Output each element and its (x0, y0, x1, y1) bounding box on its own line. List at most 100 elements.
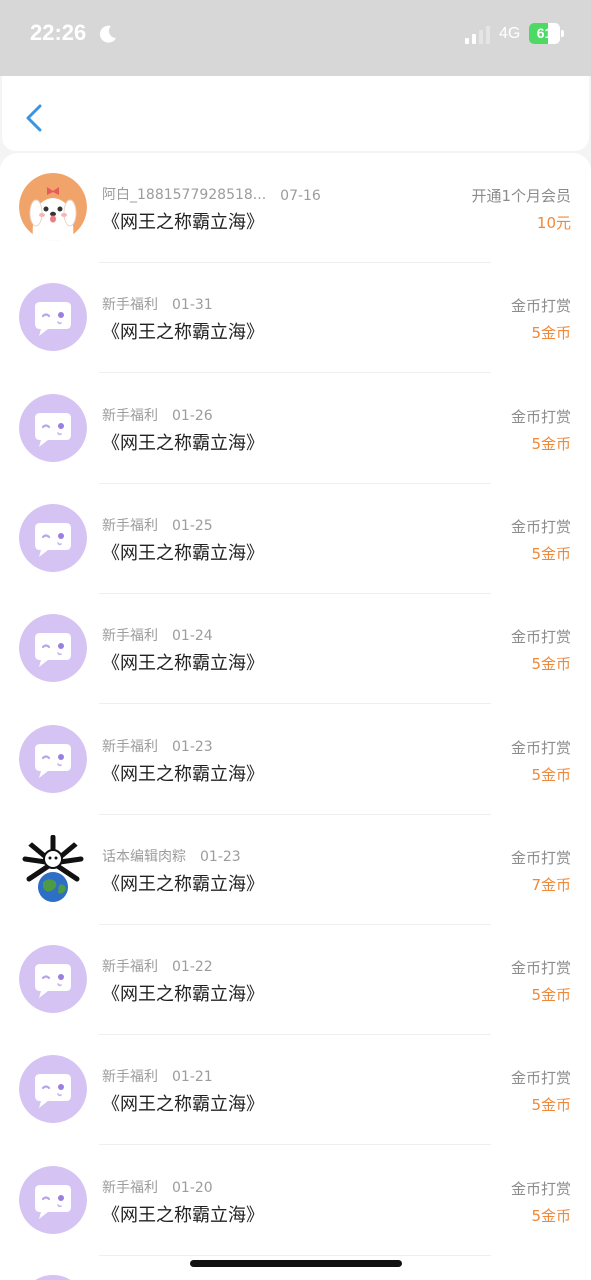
row-meta: 新手福利 01-23 (102, 736, 213, 756)
action-label: 金币打赏 (510, 848, 571, 867)
chat-bubble-icon (19, 283, 87, 352)
avatar[interactable] (19, 393, 87, 462)
row-date: 01-21 (172, 1069, 213, 1086)
sender-name: 话本编辑肉粽 (102, 848, 186, 865)
chat-bubble-icon (19, 503, 87, 572)
row-meta: 新手福利 01-24 (102, 625, 213, 645)
amount-label: 5金币 (531, 986, 571, 1005)
avatar[interactable] (19, 724, 87, 793)
action-label: 金币打赏 (510, 1179, 571, 1198)
chat-bubble-icon (19, 393, 87, 462)
book-title: 《网王之称霸立海》 (102, 212, 264, 233)
avatar[interactable] (19, 834, 87, 903)
avatar[interactable] (19, 1055, 87, 1124)
amount-label: 5金币 (531, 544, 571, 563)
chat-bubble-icon (19, 1055, 87, 1124)
sender-name: 新手福利 (102, 517, 158, 534)
row-meta: 新手福利 01-26 (102, 405, 213, 425)
list-item[interactable]: 新手福利 01-31 《网王之称霸立海》 金币打赏 5金币 (0, 263, 591, 374)
sender-name: 阿白_1881577928518... (102, 187, 267, 203)
list-item[interactable]: 新手福利 01-23 《网王之称霸立海》 金币打赏 5金币 (0, 705, 591, 815)
action-label: 金币打赏 (510, 517, 571, 536)
amount-label: 5金币 (531, 765, 571, 784)
sender-name: 新手福利 (102, 959, 158, 976)
action-label: 开通1个月会员 (471, 187, 571, 205)
action-label: 金币打赏 (510, 297, 571, 316)
list-item[interactable]: 新手福利 01-22 《网王之称霸立海》 金币打赏 5金币 (0, 925, 591, 1036)
avatar[interactable] (19, 945, 87, 1014)
book-title: 《网王之称霸立海》 (102, 653, 264, 675)
row-date: 01-23 (172, 738, 213, 755)
row-date: 01-25 (172, 517, 213, 534)
amount-label: 5金币 (531, 434, 571, 453)
chat-bubble-icon (19, 614, 87, 683)
amount-label: 5金币 (531, 655, 571, 674)
book-title: 《网王之称霸立海》 (102, 432, 264, 454)
network-type: 4G (499, 25, 521, 42)
row-date: 01-20 (172, 1179, 213, 1196)
row-date: 01-24 (172, 628, 213, 645)
list-item[interactable]: 新手福利 01-26 《网王之称霸立海》 金币打赏 5金币 (0, 374, 591, 484)
row-meta: 新手福利 01-21 (102, 1066, 213, 1086)
cellular-signal-icon (465, 26, 490, 44)
avatar[interactable] (19, 614, 87, 683)
amount-label: 10元 (536, 214, 571, 232)
action-label: 金币打赏 (510, 407, 571, 426)
sender-name: 新手福利 (102, 738, 158, 755)
row-divider (99, 1254, 491, 1256)
book-title: 《网王之称霸立海》 (102, 1094, 264, 1116)
status-bar: 22:26 4G 61 (0, 0, 591, 76)
row-meta: 新手福利 01-25 (102, 515, 213, 535)
action-label: 金币打赏 (510, 738, 571, 757)
status-time: 22:26 (30, 20, 87, 45)
amount-label: 5金币 (531, 324, 571, 343)
list-item[interactable]: 新手福利 01-24 《网王之称霸立海》 金币打赏 5金币 (0, 594, 591, 705)
avatar[interactable] (19, 173, 87, 241)
avatar[interactable] (19, 503, 87, 572)
globe-icon (19, 834, 87, 903)
book-title: 《网王之称霸立海》 (102, 984, 264, 1006)
nav-header (2, 76, 589, 151)
chat-bubble-icon (19, 724, 87, 793)
sender-name: 新手福利 (102, 628, 158, 645)
amount-label: 7金币 (531, 875, 571, 894)
avatar[interactable] (19, 1165, 87, 1234)
action-label: 金币打赏 (510, 628, 571, 647)
row-meta: 新手福利 01-31 (102, 294, 213, 314)
list-item[interactable]: 话本编辑肉粽 01-23 《网王之称霸立海》 金币打赏 7金币 (0, 815, 591, 925)
dog-icon (19, 173, 87, 241)
action-label: 金币打赏 (510, 959, 571, 978)
row-date: 01-26 (172, 407, 213, 424)
row-meta: 阿白_1881577928518... 07-16 (102, 184, 321, 204)
home-indicator (190, 1260, 402, 1267)
back-button[interactable] (20, 103, 48, 133)
book-title: 《网王之称霸立海》 (102, 873, 264, 895)
transaction-list: 阿白_1881577928518... 07-16 《网王之称霸立海》 开通1个月会员… (0, 153, 591, 1280)
sender-name: 新手福利 (102, 1069, 158, 1086)
row-date: 01-31 (172, 297, 213, 314)
book-title: 《网王之称霸立海》 (102, 763, 264, 785)
list-item[interactable]: 新手福利 01-25 《网王之称霸立海》 金币打赏 5金币 (0, 484, 591, 594)
list-item[interactable]: 阿白_1881577928518... 07-16 《网王之称霸立海》 开通1个月会员… (0, 153, 591, 263)
sender-name: 新手福利 (102, 297, 158, 314)
book-title: 《网王之称霸立海》 (102, 542, 264, 564)
row-meta: 话本编辑肉粽 01-23 (102, 846, 241, 866)
list-item[interactable]: 新手福利 01-21 《网王之称霸立海》 金币打赏 5金币 (0, 1035, 591, 1146)
battery-icon: 61 (529, 23, 565, 44)
sender-name: 新手福利 (102, 407, 158, 424)
chat-bubble-icon (19, 1165, 87, 1234)
amount-label: 5金币 (531, 1096, 571, 1115)
row-date: 07-16 (280, 188, 321, 204)
avatar[interactable] (19, 283, 87, 352)
row-date: 01-23 (200, 848, 241, 865)
book-title: 《网王之称霸立海》 (102, 322, 264, 344)
book-title: 《网王之称霸立海》 (102, 1204, 264, 1226)
action-label: 金币打赏 (510, 1069, 571, 1088)
row-date: 01-22 (172, 959, 213, 976)
battery-level: 61 (536, 25, 553, 41)
list-item[interactable]: 新手福利 01-20 《网王之称霸立海》 金币打赏 5金币 (0, 1146, 591, 1256)
row-meta: 新手福利 01-22 (102, 956, 213, 976)
amount-label: 5金币 (531, 1206, 571, 1225)
chat-bubble-icon (19, 945, 87, 1014)
row-meta: 新手福利 01-20 (102, 1177, 213, 1197)
